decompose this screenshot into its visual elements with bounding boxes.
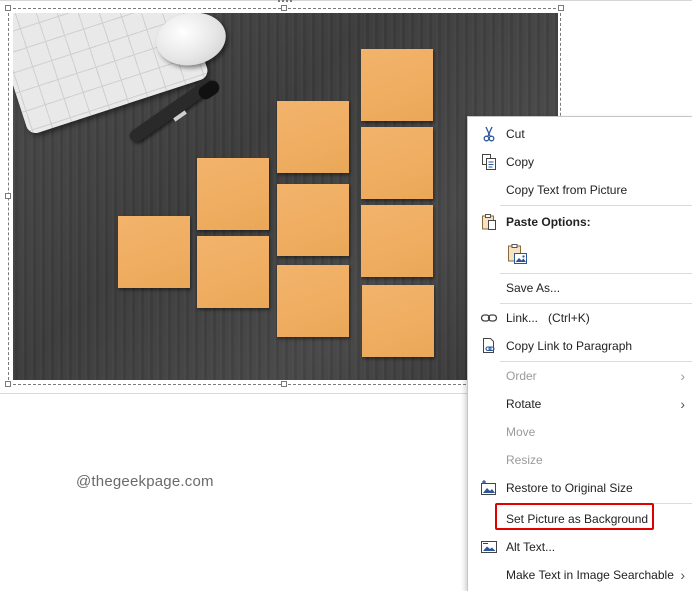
paste-picture-option[interactable] xyxy=(468,237,692,271)
resize-handle-top[interactable] xyxy=(281,5,287,11)
menu-separator xyxy=(500,205,692,206)
alt-text-icon xyxy=(480,538,498,556)
sticky-note xyxy=(361,127,433,199)
menu-item-label: Alt Text... xyxy=(506,539,556,554)
menu-item-order[interactable]: Order › xyxy=(468,362,692,389)
resize-handle-top-right[interactable] xyxy=(558,5,564,11)
clipboard-icon xyxy=(480,213,498,231)
chevron-right-icon: › xyxy=(680,395,685,412)
sticky-note xyxy=(277,101,349,173)
menu-item-make-text-in-image-searchable[interactable]: Make Text in Image Searchable › xyxy=(468,561,692,588)
watermark: @thegeekpage.com xyxy=(76,473,214,490)
sticky-note xyxy=(361,205,433,277)
menu-item-save-as[interactable]: Save As... xyxy=(468,274,692,301)
menu-item-label: Copy xyxy=(506,154,535,169)
link-shortcut: (Ctrl+K) xyxy=(548,310,590,325)
menu-item-label: Order xyxy=(506,368,537,383)
menu-item-cut[interactable]: Cut xyxy=(468,120,692,147)
menu-section-label: Paste Options: xyxy=(506,214,591,229)
menu-item-label: Make Text in Image Searchable xyxy=(506,567,674,582)
menu-item-label: Restore to Original Size xyxy=(506,480,633,495)
menu-item-label: Cut xyxy=(506,126,525,141)
sticky-note xyxy=(197,236,269,308)
copy-icon xyxy=(480,153,498,171)
menu-item-restore-to-original-size[interactable]: Restore to Original Size xyxy=(468,474,692,501)
menu-item-move[interactable]: Move xyxy=(468,418,692,445)
menu-item-resize[interactable]: Resize xyxy=(468,446,692,473)
sticky-note xyxy=(361,49,433,121)
sticky-note xyxy=(277,184,349,256)
scissors-icon xyxy=(480,125,498,143)
menu-item-label: Move xyxy=(506,424,536,439)
sticky-note xyxy=(118,216,190,288)
document-link-icon xyxy=(480,337,498,355)
menu-item-alt-text[interactable]: Alt Text... xyxy=(468,533,692,560)
menu-section-paste-options: Paste Options: xyxy=(468,208,692,235)
resize-handle-bottom[interactable] xyxy=(281,381,287,387)
document-line xyxy=(0,393,470,394)
paste-picture-icon xyxy=(506,243,528,265)
highlight-annotation-box xyxy=(495,503,654,530)
chevron-right-icon: › xyxy=(680,566,685,583)
menu-item-copy-link-to-paragraph[interactable]: Copy Link to Paragraph xyxy=(468,332,692,359)
sticky-note xyxy=(197,158,269,230)
menu-item-label: Rotate xyxy=(506,396,542,411)
menu-item-copy[interactable]: Copy xyxy=(468,148,692,175)
menu-item-label: Link... (Ctrl+K) xyxy=(506,311,590,325)
menu-item-label: Resize xyxy=(506,452,543,467)
resize-handle-left[interactable] xyxy=(5,193,11,199)
page-top-edge xyxy=(0,0,692,1)
chevron-right-icon: › xyxy=(680,367,685,384)
menu-item-rotate[interactable]: Rotate › xyxy=(468,390,692,417)
resize-handle-bottom-left[interactable] xyxy=(5,381,11,387)
link-icon xyxy=(480,309,498,327)
menu-item-link[interactable]: Link... (Ctrl+K) xyxy=(468,304,692,331)
link-label: Link... xyxy=(506,310,539,325)
menu-item-copy-text-from-picture[interactable]: Copy Text from Picture xyxy=(468,176,692,203)
menu-item-label: Save As... xyxy=(506,280,561,295)
menu-item-label: Copy Text from Picture xyxy=(506,182,628,197)
restore-size-icon xyxy=(480,479,498,497)
sticky-note xyxy=(362,285,434,357)
menu-item-label: Copy Link to Paragraph xyxy=(506,338,633,353)
sticky-note xyxy=(277,265,349,337)
resize-handle-top-left[interactable] xyxy=(5,5,11,11)
